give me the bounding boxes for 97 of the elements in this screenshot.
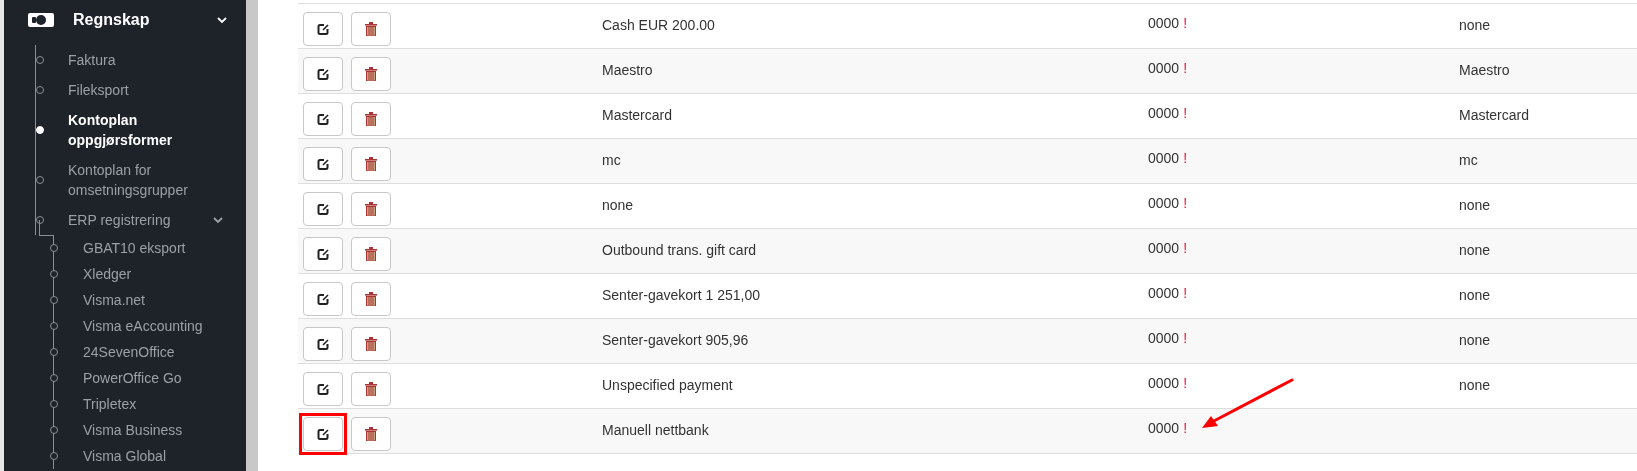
table-cell: mc xyxy=(602,152,621,168)
warning-mark: ! xyxy=(1183,419,1188,438)
edit-button[interactable] xyxy=(303,327,343,361)
delete-button[interactable] xyxy=(351,237,391,271)
table-cell: Maestro xyxy=(602,62,653,78)
trash-icon xyxy=(365,67,377,81)
warning-mark: ! xyxy=(1183,239,1188,258)
trash-icon xyxy=(365,202,377,216)
edit-icon xyxy=(316,427,330,441)
warning-mark: ! xyxy=(1183,104,1188,123)
table-cell: Outbound trans. gift card xyxy=(602,242,757,258)
edit-button[interactable] xyxy=(303,192,343,226)
sidebar-item[interactable]: Faktura xyxy=(68,50,198,70)
warning-mark: ! xyxy=(1183,14,1188,33)
sidebar-subitem[interactable]: Xledger xyxy=(83,263,132,285)
table-cell: Cash EUR 200.00 xyxy=(602,17,715,33)
edit-button[interactable] xyxy=(303,102,343,136)
trash-icon xyxy=(365,337,377,351)
sidebar-subitem[interactable]: Visma.net xyxy=(83,289,145,311)
warning-mark: ! xyxy=(1183,194,1188,213)
trash-icon xyxy=(365,292,377,306)
trash-icon xyxy=(365,22,377,36)
table-cell-text: 0000 xyxy=(1148,104,1180,123)
delete-button[interactable] xyxy=(351,417,391,451)
delete-button[interactable] xyxy=(351,282,391,316)
trash-icon xyxy=(365,382,377,396)
table-cell-text: 0000 xyxy=(1148,419,1180,438)
edit-button[interactable] xyxy=(303,12,343,46)
table-cell-text: 0000 xyxy=(1148,14,1180,33)
table-cell: Mastercard xyxy=(602,107,673,123)
warning-mark: ! xyxy=(1183,149,1188,168)
table-cell: Maestro xyxy=(1459,62,1510,78)
sidebar-item[interactable]: ERP registrering xyxy=(68,210,198,230)
table-cell: Mastercard xyxy=(1459,107,1530,123)
delete-button[interactable] xyxy=(351,372,391,406)
trash-icon xyxy=(365,157,377,171)
table-cell-text: 0000 xyxy=(1148,284,1180,303)
table-cell-text: 0000 xyxy=(1148,374,1180,393)
warning-mark: ! xyxy=(1183,284,1188,303)
table-cell: none xyxy=(1459,197,1491,213)
sidebar-subitem[interactable]: PowerOffice Go xyxy=(83,367,182,389)
sidebar-subitem[interactable]: GBAT10 eksport xyxy=(83,237,186,259)
warning-mark: ! xyxy=(1183,59,1188,78)
table-cell: none xyxy=(1459,242,1491,258)
banknote-icon xyxy=(28,13,54,27)
chevron-down-icon xyxy=(216,16,228,24)
table-cell-text: 0000 xyxy=(1148,149,1180,168)
section-header[interactable]: Regnskap xyxy=(4,0,246,40)
table-cell: none xyxy=(1459,287,1491,303)
edit-button[interactable] xyxy=(303,57,343,91)
table-cell: none xyxy=(1459,377,1491,393)
sidebar-item[interactable]: Kontoplan oppgjørsformer xyxy=(68,110,198,150)
edit-icon xyxy=(316,382,330,396)
table-cell: Unspecified payment xyxy=(602,377,733,393)
table-cell: Manuell nettbank xyxy=(602,422,709,438)
sidebar-subitem[interactable]: 24SevenOffice xyxy=(83,341,175,363)
trash-icon xyxy=(365,427,377,441)
edit-button[interactable] xyxy=(303,237,343,271)
edit-icon xyxy=(316,112,330,126)
edit-icon xyxy=(316,292,330,306)
table-cell-text: 0000 xyxy=(1148,194,1180,213)
edit-icon xyxy=(316,337,330,351)
sidebar-subitem[interactable]: Visma Global xyxy=(83,445,166,467)
table-cell-text: 0000 xyxy=(1148,329,1180,348)
edit-icon xyxy=(316,67,330,81)
table-cell: Senter-gavekort 905,96 xyxy=(602,332,749,348)
edit-icon xyxy=(316,22,330,36)
sidebar-subitem[interactable]: Visma eAccounting xyxy=(83,315,203,337)
table-cell-text: 0000 xyxy=(1148,59,1180,78)
trash-icon xyxy=(365,112,377,126)
table-cell: none xyxy=(1459,17,1491,33)
chevron-down-icon xyxy=(212,216,224,224)
edit-button[interactable] xyxy=(303,282,343,316)
delete-button[interactable] xyxy=(351,12,391,46)
delete-button[interactable] xyxy=(351,327,391,361)
warning-mark: ! xyxy=(1183,374,1188,393)
table-cell-text: 0000 xyxy=(1148,239,1180,258)
table-cell: none xyxy=(1459,332,1491,348)
edit-button[interactable] xyxy=(303,372,343,406)
edit-icon xyxy=(316,202,330,216)
sidebar-item[interactable]: Kontoplan for omsetningsgrupper xyxy=(68,160,198,200)
sidebar-subitem[interactable]: Tripletex xyxy=(83,393,137,415)
delete-button[interactable] xyxy=(351,192,391,226)
section-title: Regnskap xyxy=(73,10,150,30)
trash-icon xyxy=(365,247,377,261)
warning-mark: ! xyxy=(1183,329,1188,348)
table-cell: mc xyxy=(1459,152,1478,168)
table-cell: none xyxy=(602,197,634,213)
edit-icon xyxy=(316,157,330,171)
delete-button[interactable] xyxy=(351,102,391,136)
delete-button[interactable] xyxy=(351,147,391,181)
sidebar-subitem[interactable]: Visma Business xyxy=(83,419,183,441)
delete-button[interactable] xyxy=(351,57,391,91)
edit-button[interactable] xyxy=(303,147,343,181)
sidebar-item[interactable]: Fileksport xyxy=(68,80,198,100)
table-cell: Senter-gavekort 1 251,00 xyxy=(602,287,760,303)
edit-icon xyxy=(316,247,330,261)
